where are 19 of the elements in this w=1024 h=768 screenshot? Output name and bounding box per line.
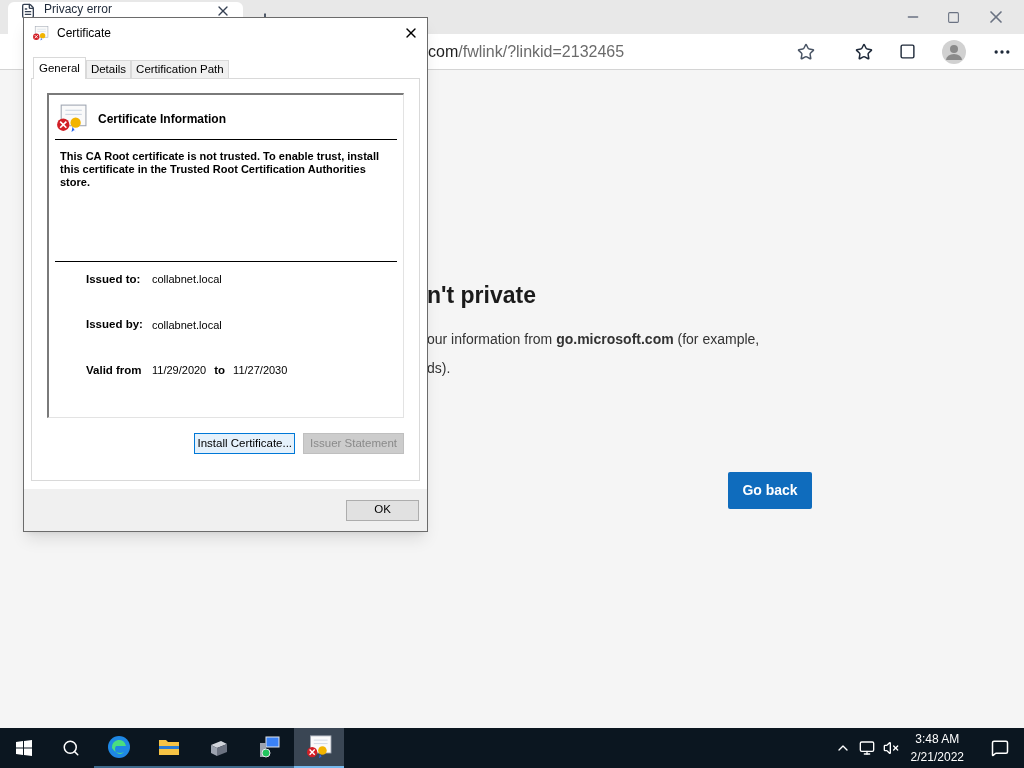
field-label: Valid from <box>86 362 143 378</box>
field-label: Issued by: <box>86 317 144 333</box>
field-value: collabnet.local <box>152 317 222 333</box>
page-heading: n't private <box>427 281 537 310</box>
field-value: collabnet.local <box>152 272 222 288</box>
page-text: ds). <box>427 358 452 378</box>
info-title: Certificate Information <box>98 110 226 128</box>
field-value: 11/27/2030 <box>233 362 288 378</box>
field-label: to <box>214 362 226 378</box>
field-value: 11/29/2020 <box>152 362 207 378</box>
tab-title: Privacy error <box>44 3 113 16</box>
address-host: com <box>428 41 459 62</box>
address-path: /fwlink/?linkid=2132465 <box>458 41 626 62</box>
dialog-title: Certificate <box>57 25 113 42</box>
time-text: 3:48 AM <box>915 731 960 748</box>
field-label: Issued to: <box>86 272 142 287</box>
trust-message: This CA Root certificate is not trusted. To enable trust, install this certificate in the Trusted Root Certification Authorities store. <box>59 149 381 190</box>
date-text: 2/21/2022 <box>910 749 964 766</box>
page-text: our information from go.microsoft.com (for example, <box>427 329 761 349</box>
